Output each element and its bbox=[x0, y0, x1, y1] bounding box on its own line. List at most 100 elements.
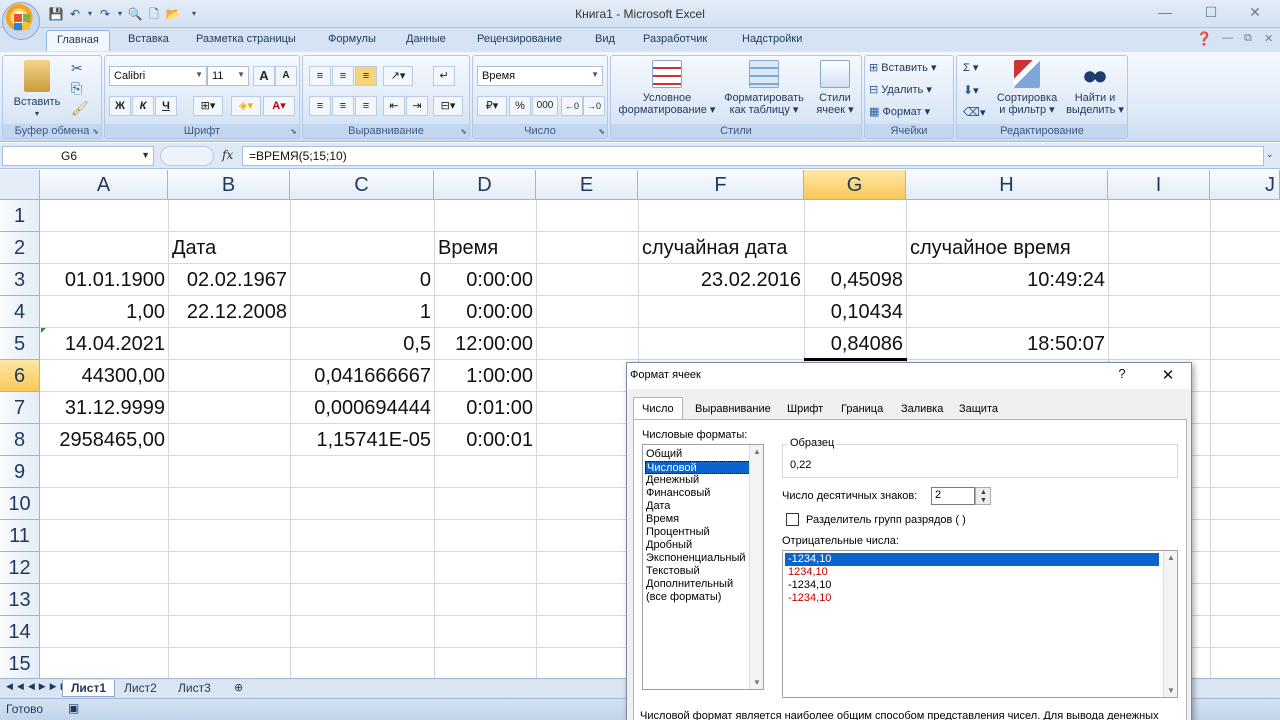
orientation-icon[interactable]: ↗▾ bbox=[383, 66, 413, 86]
decimals-stepper[interactable]: ▲ ▼ bbox=[975, 487, 991, 505]
align-bottom-icon[interactable]: ≡ bbox=[355, 66, 377, 86]
cell-c4[interactable]: 1 bbox=[290, 296, 431, 328]
cell-a6[interactable]: 44300,00 bbox=[40, 360, 165, 392]
cell-d4[interactable]: 0:00:00 bbox=[434, 296, 533, 328]
category-item[interactable]: Дробный bbox=[645, 539, 755, 552]
formula-bar-resize-handle[interactable] bbox=[160, 146, 214, 166]
row-header-12[interactable]: 12 bbox=[0, 552, 40, 584]
cell-h2[interactable]: случайное время bbox=[910, 232, 1071, 264]
row-header-13[interactable]: 13 bbox=[0, 584, 40, 616]
decimals-input[interactable]: 2 bbox=[931, 487, 975, 505]
row-header-1[interactable]: 1 bbox=[0, 200, 40, 232]
cell-a7[interactable]: 31.12.9999 bbox=[40, 392, 165, 424]
tab-data[interactable]: Данные bbox=[406, 33, 446, 45]
tab-font[interactable]: Шрифт bbox=[781, 401, 829, 417]
increase-indent-icon[interactable]: ⇥ bbox=[406, 96, 428, 116]
align-right-icon[interactable]: ≡ bbox=[355, 96, 377, 116]
column-header-j[interactable]: J bbox=[1210, 170, 1280, 200]
decrease-decimal-icon[interactable]: →0 bbox=[583, 96, 605, 116]
tab-fill[interactable]: Заливка bbox=[895, 401, 949, 417]
column-header-c[interactable]: C bbox=[290, 170, 434, 200]
tab-insert[interactable]: Вставка bbox=[128, 33, 169, 45]
font-color-icon[interactable]: A▾ bbox=[263, 96, 295, 116]
category-item[interactable]: (все форматы) bbox=[645, 591, 755, 604]
tab-home[interactable]: Главная bbox=[46, 30, 110, 51]
cell-c7[interactable]: 0,000694444 bbox=[290, 392, 431, 424]
cell-a5[interactable]: 14.04.2021 bbox=[40, 328, 165, 360]
tab-border[interactable]: Граница bbox=[835, 401, 889, 417]
row-header-8[interactable]: 8 bbox=[0, 424, 40, 456]
tab-number[interactable]: Число bbox=[633, 397, 683, 419]
cell-d8[interactable]: 0:00:01 bbox=[434, 424, 533, 456]
row-header-7[interactable]: 7 bbox=[0, 392, 40, 424]
number-format-select[interactable]: Время ▼ bbox=[477, 66, 603, 86]
wrap-text-icon[interactable]: ↵ bbox=[433, 66, 455, 86]
cell-c6[interactable]: 0,041666667 bbox=[290, 360, 431, 392]
cell-c5[interactable]: 0,5 bbox=[290, 328, 431, 360]
conditional-formatting-button[interactable]: Условное форматирование ▾ bbox=[615, 60, 719, 116]
autosum-button[interactable]: Σ ▾ bbox=[963, 62, 978, 74]
dialog-launcher-icon[interactable]: ⬊ bbox=[92, 127, 99, 136]
cell-c3[interactable]: 0 bbox=[290, 264, 431, 296]
chevron-down-icon[interactable]: ▼ bbox=[141, 150, 150, 160]
align-top-icon[interactable]: ≡ bbox=[309, 66, 331, 86]
cell-styles-button[interactable]: Стили ячеек ▾ bbox=[811, 60, 859, 116]
tab-page-layout[interactable]: Разметка страницы bbox=[196, 33, 296, 45]
cell-g5[interactable]: 0,84086 bbox=[804, 328, 903, 360]
category-item-selected[interactable]: Числовой bbox=[645, 461, 755, 474]
cell-d2[interactable]: Время bbox=[438, 232, 498, 264]
dialog-help-button[interactable]: ? bbox=[1107, 366, 1137, 381]
format-as-table-button[interactable]: Форматировать как таблицу ▾ bbox=[721, 60, 807, 116]
copy-icon[interactable]: ⎘ bbox=[71, 80, 82, 97]
italic-button[interactable]: К bbox=[132, 96, 154, 116]
category-scrollbar[interactable]: ▲ ▼ bbox=[749, 445, 763, 689]
office-button[interactable] bbox=[2, 2, 40, 40]
column-header-e[interactable]: E bbox=[536, 170, 638, 200]
cell-d5[interactable]: 12:00:00 bbox=[434, 328, 533, 360]
category-item[interactable]: Дополнительный bbox=[645, 578, 755, 591]
cell-b2[interactable]: Дата bbox=[172, 232, 216, 264]
cell-a4[interactable]: 1,00 bbox=[40, 296, 165, 328]
format-cells-button[interactable]: ▦ Формат ▾ bbox=[869, 106, 930, 118]
cell-h3[interactable]: 10:49:24 bbox=[906, 264, 1105, 296]
cell-g3[interactable]: 0,45098 bbox=[804, 264, 903, 296]
dialog-launcher-icon[interactable]: ⬊ bbox=[598, 127, 605, 136]
decrease-font-icon[interactable]: A bbox=[275, 66, 297, 86]
font-size-select[interactable]: 11 ▼ bbox=[207, 66, 249, 86]
dialog-launcher-icon[interactable]: ⬊ bbox=[460, 127, 467, 136]
sheet-tab-2[interactable]: Лист2 bbox=[116, 680, 165, 697]
negative-format-item[interactable]: 1234,10 bbox=[785, 566, 1159, 579]
cell-b4[interactable]: 22.12.2008 bbox=[168, 296, 287, 328]
row-header-2[interactable]: 2 bbox=[0, 232, 40, 264]
fill-color-icon[interactable]: ◈▾ bbox=[231, 96, 261, 116]
minimize-button[interactable]: — bbox=[1150, 4, 1180, 20]
macro-record-icon[interactable]: ▣ bbox=[68, 701, 79, 715]
category-item[interactable]: Текстовый bbox=[645, 565, 755, 578]
font-name-select[interactable]: Calibri ▼ bbox=[109, 66, 207, 86]
cell-c8[interactable]: 1,15741E-05 bbox=[290, 424, 431, 456]
thousands-button[interactable]: 000 bbox=[532, 96, 558, 116]
row-header-3[interactable]: 3 bbox=[0, 264, 40, 296]
align-middle-icon[interactable]: ≡ bbox=[332, 66, 354, 86]
maximize-button[interactable]: ☐ bbox=[1196, 4, 1226, 21]
column-header-h[interactable]: H bbox=[906, 170, 1108, 200]
workbook-close-icon[interactable]: ✕ bbox=[1264, 32, 1273, 45]
sheet-tab-3[interactable]: Лист3 bbox=[170, 680, 219, 697]
tab-protection[interactable]: Защита bbox=[953, 401, 1004, 417]
column-header-i[interactable]: I bbox=[1108, 170, 1210, 200]
cell-f3[interactable]: 23.02.2016 bbox=[638, 264, 801, 296]
borders-icon[interactable]: ⊞▾ bbox=[193, 96, 223, 116]
cell-a8[interactable]: 2958465,00 bbox=[40, 424, 165, 456]
separator-checkbox[interactable] bbox=[786, 513, 799, 526]
category-item[interactable]: Экспоненциальный bbox=[645, 552, 755, 565]
negative-list-scrollbar[interactable]: ▲ ▼ bbox=[1163, 551, 1177, 697]
row-header-4[interactable]: 4 bbox=[0, 296, 40, 328]
negative-format-item[interactable]: -1234,10 bbox=[785, 592, 1159, 605]
cell-d7[interactable]: 0:01:00 bbox=[434, 392, 533, 424]
ribbon-restore-icon[interactable]: ⧉ bbox=[1244, 32, 1252, 45]
row-header-9[interactable]: 9 bbox=[0, 456, 40, 488]
format-painter-icon[interactable]: 🖌 bbox=[71, 100, 89, 117]
decrease-indent-icon[interactable]: ⇤ bbox=[383, 96, 405, 116]
row-header-15[interactable]: 15 bbox=[0, 648, 40, 678]
column-header-a[interactable]: A bbox=[40, 170, 168, 200]
